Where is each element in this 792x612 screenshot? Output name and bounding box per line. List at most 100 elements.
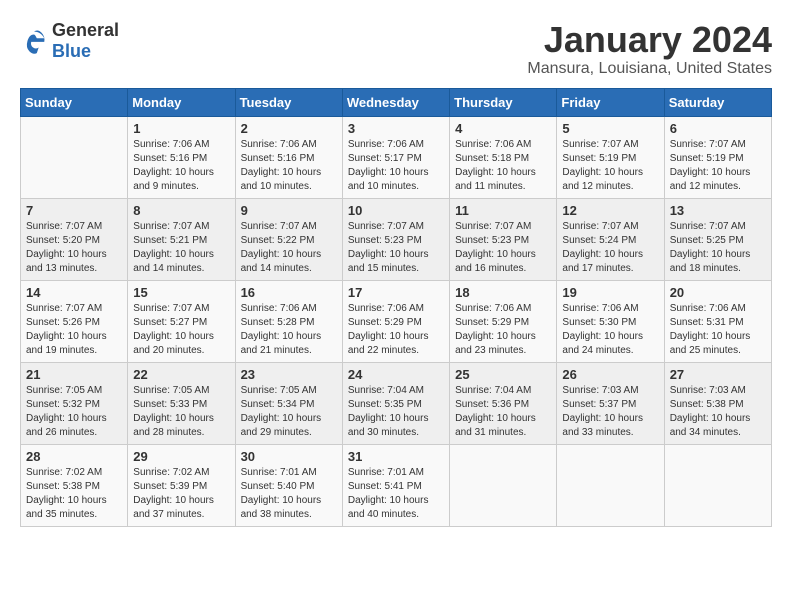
day-info: Sunrise: 7:07 AM Sunset: 5:21 PM Dayligh… [133, 220, 229, 276]
sunset: Sunset: 5:21 PM [133, 235, 207, 246]
sunrise: Sunrise: 7:06 AM [455, 139, 531, 150]
sunrise: Sunrise: 7:07 AM [562, 221, 638, 232]
daylight: Daylight: 10 hours and 19 minutes. [26, 331, 107, 356]
header-tuesday: Tuesday [235, 88, 342, 116]
sunrise: Sunrise: 7:01 AM [348, 467, 424, 478]
daylight: Daylight: 10 hours and 35 minutes. [26, 495, 107, 520]
sunrise: Sunrise: 7:05 AM [241, 385, 317, 396]
cell-1-6: 5 Sunrise: 7:07 AM Sunset: 5:19 PM Dayli… [557, 116, 664, 198]
day-number: 4 [455, 121, 551, 136]
day-number: 15 [133, 285, 229, 300]
sunset: Sunset: 5:23 PM [455, 235, 529, 246]
sunset: Sunset: 5:23 PM [348, 235, 422, 246]
day-number: 30 [241, 449, 337, 464]
sunset: Sunset: 5:16 PM [133, 153, 207, 164]
cell-2-2: 8 Sunrise: 7:07 AM Sunset: 5:21 PM Dayli… [128, 198, 235, 280]
day-number: 12 [562, 203, 658, 218]
day-info: Sunrise: 7:04 AM Sunset: 5:35 PM Dayligh… [348, 384, 444, 440]
day-info: Sunrise: 7:06 AM Sunset: 5:28 PM Dayligh… [241, 302, 337, 358]
day-number: 20 [670, 285, 766, 300]
day-number: 28 [26, 449, 122, 464]
daylight: Daylight: 10 hours and 26 minutes. [26, 413, 107, 438]
sunrise: Sunrise: 7:06 AM [133, 139, 209, 150]
day-number: 16 [241, 285, 337, 300]
cell-1-2: 1 Sunrise: 7:06 AM Sunset: 5:16 PM Dayli… [128, 116, 235, 198]
daylight: Daylight: 10 hours and 11 minutes. [455, 167, 536, 192]
day-info: Sunrise: 7:06 AM Sunset: 5:29 PM Dayligh… [455, 302, 551, 358]
sunrise: Sunrise: 7:07 AM [26, 221, 102, 232]
daylight: Daylight: 10 hours and 21 minutes. [241, 331, 322, 356]
daylight: Daylight: 10 hours and 17 minutes. [562, 249, 643, 274]
cell-4-1: 21 Sunrise: 7:05 AM Sunset: 5:32 PM Dayl… [21, 362, 128, 444]
sunrise: Sunrise: 7:04 AM [455, 385, 531, 396]
cell-4-2: 22 Sunrise: 7:05 AM Sunset: 5:33 PM Dayl… [128, 362, 235, 444]
day-info: Sunrise: 7:02 AM Sunset: 5:39 PM Dayligh… [133, 466, 229, 522]
week-row-3: 14 Sunrise: 7:07 AM Sunset: 5:26 PM Dayl… [21, 280, 772, 362]
day-number: 6 [670, 121, 766, 136]
day-info: Sunrise: 7:05 AM Sunset: 5:32 PM Dayligh… [26, 384, 122, 440]
cell-4-7: 27 Sunrise: 7:03 AM Sunset: 5:38 PM Dayl… [664, 362, 771, 444]
day-number: 19 [562, 285, 658, 300]
sunset: Sunset: 5:25 PM [670, 235, 744, 246]
day-number: 22 [133, 367, 229, 382]
cell-2-6: 12 Sunrise: 7:07 AM Sunset: 5:24 PM Dayl… [557, 198, 664, 280]
sunrise: Sunrise: 7:06 AM [670, 303, 746, 314]
logo-general: General [52, 20, 119, 40]
daylight: Daylight: 10 hours and 20 minutes. [133, 331, 214, 356]
sunset: Sunset: 5:29 PM [348, 317, 422, 328]
sunrise: Sunrise: 7:03 AM [562, 385, 638, 396]
day-number: 25 [455, 367, 551, 382]
day-number: 23 [241, 367, 337, 382]
cell-2-4: 10 Sunrise: 7:07 AM Sunset: 5:23 PM Dayl… [342, 198, 449, 280]
daylight: Daylight: 10 hours and 29 minutes. [241, 413, 322, 438]
calendar-header: Sunday Monday Tuesday Wednesday Thursday… [21, 88, 772, 116]
day-info: Sunrise: 7:05 AM Sunset: 5:33 PM Dayligh… [133, 384, 229, 440]
sunset: Sunset: 5:32 PM [26, 399, 100, 410]
day-info: Sunrise: 7:06 AM Sunset: 5:29 PM Dayligh… [348, 302, 444, 358]
day-info: Sunrise: 7:07 AM Sunset: 5:27 PM Dayligh… [133, 302, 229, 358]
daylight: Daylight: 10 hours and 13 minutes. [26, 249, 107, 274]
day-info: Sunrise: 7:02 AM Sunset: 5:38 PM Dayligh… [26, 466, 122, 522]
sunset: Sunset: 5:30 PM [562, 317, 636, 328]
daylight: Daylight: 10 hours and 15 minutes. [348, 249, 429, 274]
sunset: Sunset: 5:28 PM [241, 317, 315, 328]
cell-3-5: 18 Sunrise: 7:06 AM Sunset: 5:29 PM Dayl… [450, 280, 557, 362]
cell-4-5: 25 Sunrise: 7:04 AM Sunset: 5:36 PM Dayl… [450, 362, 557, 444]
day-info: Sunrise: 7:06 AM Sunset: 5:31 PM Dayligh… [670, 302, 766, 358]
sunrise: Sunrise: 7:07 AM [562, 139, 638, 150]
day-number: 1 [133, 121, 229, 136]
sunset: Sunset: 5:19 PM [562, 153, 636, 164]
sunset: Sunset: 5:17 PM [348, 153, 422, 164]
daylight: Daylight: 10 hours and 10 minutes. [241, 167, 322, 192]
cell-4-3: 23 Sunrise: 7:05 AM Sunset: 5:34 PM Dayl… [235, 362, 342, 444]
day-info: Sunrise: 7:06 AM Sunset: 5:18 PM Dayligh… [455, 138, 551, 194]
title-section: January 2024 Mansura, Louisiana, United … [527, 20, 772, 78]
cell-1-1 [21, 116, 128, 198]
sunrise: Sunrise: 7:06 AM [241, 303, 317, 314]
sunrise: Sunrise: 7:02 AM [26, 467, 102, 478]
sunrise: Sunrise: 7:06 AM [348, 303, 424, 314]
sunset: Sunset: 5:18 PM [455, 153, 529, 164]
day-number: 24 [348, 367, 444, 382]
sunrise: Sunrise: 7:05 AM [26, 385, 102, 396]
day-info: Sunrise: 7:05 AM Sunset: 5:34 PM Dayligh… [241, 384, 337, 440]
header-thursday: Thursday [450, 88, 557, 116]
day-info: Sunrise: 7:07 AM Sunset: 5:26 PM Dayligh… [26, 302, 122, 358]
logo: General Blue [20, 20, 119, 62]
daylight: Daylight: 10 hours and 14 minutes. [133, 249, 214, 274]
daylight: Daylight: 10 hours and 10 minutes. [348, 167, 429, 192]
calendar-title: January 2024 [527, 20, 772, 60]
day-info: Sunrise: 7:07 AM Sunset: 5:19 PM Dayligh… [562, 138, 658, 194]
header-row: Sunday Monday Tuesday Wednesday Thursday… [21, 88, 772, 116]
calendar-subtitle: Mansura, Louisiana, United States [527, 60, 772, 78]
day-number: 10 [348, 203, 444, 218]
daylight: Daylight: 10 hours and 30 minutes. [348, 413, 429, 438]
cell-2-1: 7 Sunrise: 7:07 AM Sunset: 5:20 PM Dayli… [21, 198, 128, 280]
sunset: Sunset: 5:37 PM [562, 399, 636, 410]
daylight: Daylight: 10 hours and 9 minutes. [133, 167, 214, 192]
day-number: 8 [133, 203, 229, 218]
day-info: Sunrise: 7:06 AM Sunset: 5:16 PM Dayligh… [241, 138, 337, 194]
sunrise: Sunrise: 7:07 AM [670, 221, 746, 232]
calendar-table: Sunday Monday Tuesday Wednesday Thursday… [20, 88, 772, 527]
day-number: 5 [562, 121, 658, 136]
